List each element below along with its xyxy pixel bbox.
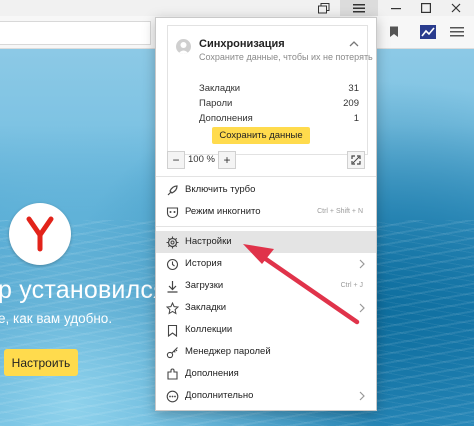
sync-row-count: 31 [348,83,359,94]
fullscreen-icon[interactable] [347,151,365,169]
star-icon [165,301,179,315]
menu-item-label: Загрузки [185,280,224,291]
download-icon [165,279,179,293]
addons-icon [165,367,179,381]
sync-card[interactable]: Синхронизация Сохраните данные, чтобы их… [167,25,373,155]
chevron-up-icon[interactable] [349,40,359,48]
chevron-right-icon [359,259,365,269]
menu-item-password-manager[interactable]: Менеджер паролей [156,341,376,363]
menu-item-addons[interactable]: Дополнения [156,363,376,385]
configure-button[interactable]: Настроить [4,349,78,376]
menu-item-collections[interactable]: Коллекции [156,319,376,341]
zoom-in-button[interactable]: + [218,151,236,169]
sync-row-label: Закладки [199,83,241,94]
sync-title: Синхронизация [199,38,285,50]
sync-row-passwords: Пароли 209 [199,98,359,109]
menu-item-label: Дополнительно [185,390,254,401]
hero-subtitle: е, как вам удобно. [0,311,113,326]
save-data-button[interactable]: Сохранить данные [212,127,310,144]
menu-item-label: Дополнения [185,368,239,379]
incognito-icon [165,205,179,219]
browser-menu: Синхронизация Сохраните данные, чтобы их… [155,17,377,411]
close-icon[interactable] [442,0,470,16]
key-icon [165,345,179,359]
menu-divider [156,226,376,227]
extension-chart-icon[interactable] [417,22,439,42]
gear-icon [165,235,179,249]
sync-description: Сохраните данные, чтобы их не потерять [199,52,373,62]
extension-menu-icon[interactable] [446,22,468,42]
address-bar[interactable] [0,21,151,45]
menu-item-turbo[interactable]: Включить турбо [156,179,376,201]
history-icon [165,257,179,271]
hero-title: р установился [0,276,167,304]
menu-item-label: Менеджер паролей [185,346,271,357]
tabs-icon[interactable] [310,0,338,16]
sync-row-count: 209 [343,98,359,109]
menu-item-label: Режим инкогнито [185,206,261,217]
menu-item-label: Коллекции [185,324,233,335]
chevron-right-icon [359,391,365,401]
minimize-icon[interactable] [382,0,410,16]
sync-row-bookmarks: Закладки 31 [199,83,359,94]
zoom-level: 100 % [188,154,215,165]
more-icon [165,389,179,403]
menu-item-downloads[interactable]: Загрузки Ctrl + J [156,275,376,297]
menu-divider [156,176,376,177]
menu-item-settings[interactable]: Настройки [156,231,376,253]
menu-item-history[interactable]: История [156,253,376,275]
menu-icon[interactable] [340,0,378,16]
zoom-controls: − 100 % + [156,148,376,174]
yandex-logo [9,203,71,265]
menu-item-bookmarks[interactable]: Закладки [156,297,376,319]
menu-item-more[interactable]: Дополнительно [156,385,376,407]
menu-item-label: Настройки [185,236,232,247]
user-avatar-icon [176,39,191,54]
zoom-out-button[interactable]: − [167,151,185,169]
menu-item-label: Включить турбо [185,184,256,195]
maximize-icon[interactable] [412,0,440,16]
menu-item-label: История [185,258,222,269]
shortcut-hint: Ctrl + Shift + N [317,208,363,215]
sync-row-label: Пароли [199,98,233,109]
bookmark-icon[interactable] [383,22,405,42]
rocket-icon [165,183,179,197]
shortcut-hint: Ctrl + J [340,282,363,289]
sync-row-label: Дополнения [199,113,253,124]
sync-row-count: 1 [353,113,359,124]
collections-icon [165,323,179,337]
sync-row-addons: Дополнения 1 [199,113,359,124]
chevron-right-icon [359,303,365,313]
menu-item-label: Закладки [185,302,227,313]
menu-item-incognito[interactable]: Режим инкогнито Ctrl + Shift + N [156,201,376,223]
